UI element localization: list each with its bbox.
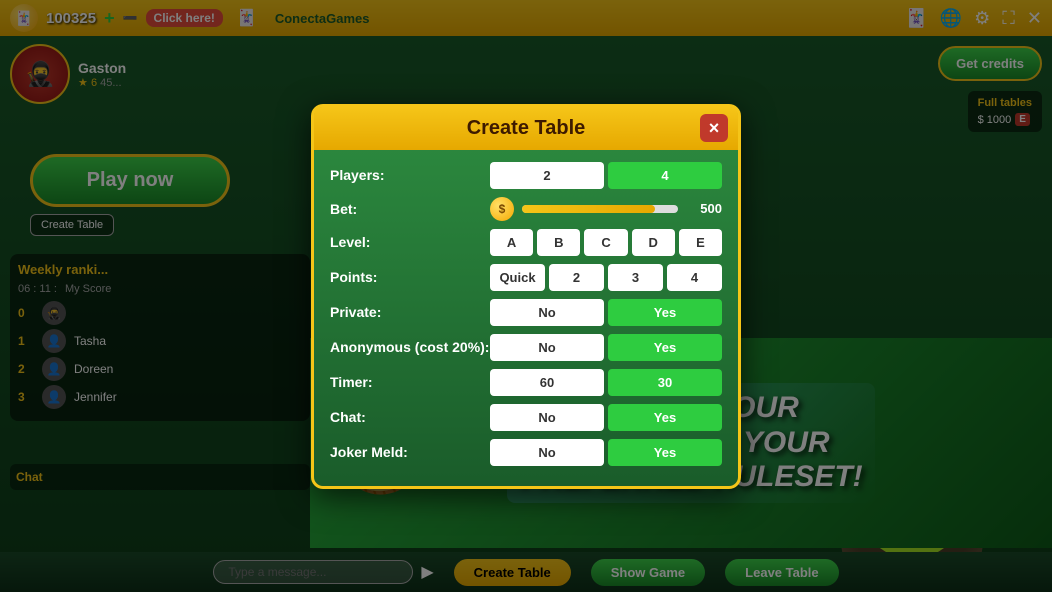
private-label: Private: (330, 304, 490, 320)
create-table-modal: Create Table × Players: 2 4 Bet: $ (311, 104, 741, 489)
modal-close-button[interactable]: × (700, 114, 728, 142)
points-opt-4[interactable]: 4 (667, 264, 722, 291)
modal-body: Players: 2 4 Bet: $ 500 (314, 150, 738, 486)
level-opt-c[interactable]: C (584, 229, 627, 256)
bet-value: 500 (686, 201, 722, 216)
joker-meld-controls: No Yes (490, 439, 722, 466)
anonymous-controls: No Yes (490, 334, 722, 361)
bet-row: Bet: $ 500 (330, 197, 722, 221)
level-row: Level: A B C D E (330, 229, 722, 256)
timer-controls: 60 30 (490, 369, 722, 396)
players-row: Players: 2 4 (330, 162, 722, 189)
players-opt-2[interactable]: 2 (490, 162, 604, 189)
chat-controls: No Yes (490, 404, 722, 431)
points-label: Points: (330, 269, 490, 285)
modal-header: Create Table × (314, 107, 738, 150)
private-opt-no[interactable]: No (490, 299, 604, 326)
anonymous-label: Anonymous (cost 20%): (330, 339, 490, 355)
anonymous-row: Anonymous (cost 20%): No Yes (330, 334, 722, 361)
modal-overlay[interactable]: Create Table × Players: 2 4 Bet: $ (0, 0, 1052, 592)
level-opt-b[interactable]: B (537, 229, 580, 256)
private-opt-yes[interactable]: Yes (608, 299, 722, 326)
points-opt-quick[interactable]: Quick (490, 264, 545, 291)
chat-opt-yes[interactable]: Yes (608, 404, 722, 431)
joker-meld-opt-no[interactable]: No (490, 439, 604, 466)
joker-meld-row: Joker Meld: No Yes (330, 439, 722, 466)
players-controls: 2 4 (490, 162, 722, 189)
level-opt-e[interactable]: E (679, 229, 722, 256)
timer-opt-60[interactable]: 60 (490, 369, 604, 396)
points-opt-3[interactable]: 3 (608, 264, 663, 291)
level-label: Level: (330, 234, 490, 250)
level-controls: A B C D E (490, 229, 722, 256)
joker-meld-label: Joker Meld: (330, 444, 490, 460)
level-opt-a[interactable]: A (490, 229, 533, 256)
bet-slider-container: $ 500 (490, 197, 722, 221)
players-opt-4[interactable]: 4 (608, 162, 722, 189)
points-opt-2[interactable]: 2 (549, 264, 604, 291)
joker-meld-opt-yes[interactable]: Yes (608, 439, 722, 466)
chat-label: Chat: (330, 409, 490, 425)
level-opt-d[interactable]: D (632, 229, 675, 256)
bet-label: Bet: (330, 201, 490, 217)
anonymous-opt-no[interactable]: No (490, 334, 604, 361)
points-row: Points: Quick 2 3 4 (330, 264, 722, 291)
players-label: Players: (330, 167, 490, 183)
timer-row: Timer: 60 30 (330, 369, 722, 396)
timer-label: Timer: (330, 374, 490, 390)
chat-opt-no[interactable]: No (490, 404, 604, 431)
modal-title: Create Table (467, 117, 586, 140)
timer-opt-30[interactable]: 30 (608, 369, 722, 396)
private-controls: No Yes (490, 299, 722, 326)
anonymous-opt-yes[interactable]: Yes (608, 334, 722, 361)
points-controls: Quick 2 3 4 (490, 264, 722, 291)
private-row: Private: No Yes (330, 299, 722, 326)
chat-row: Chat: No Yes (330, 404, 722, 431)
